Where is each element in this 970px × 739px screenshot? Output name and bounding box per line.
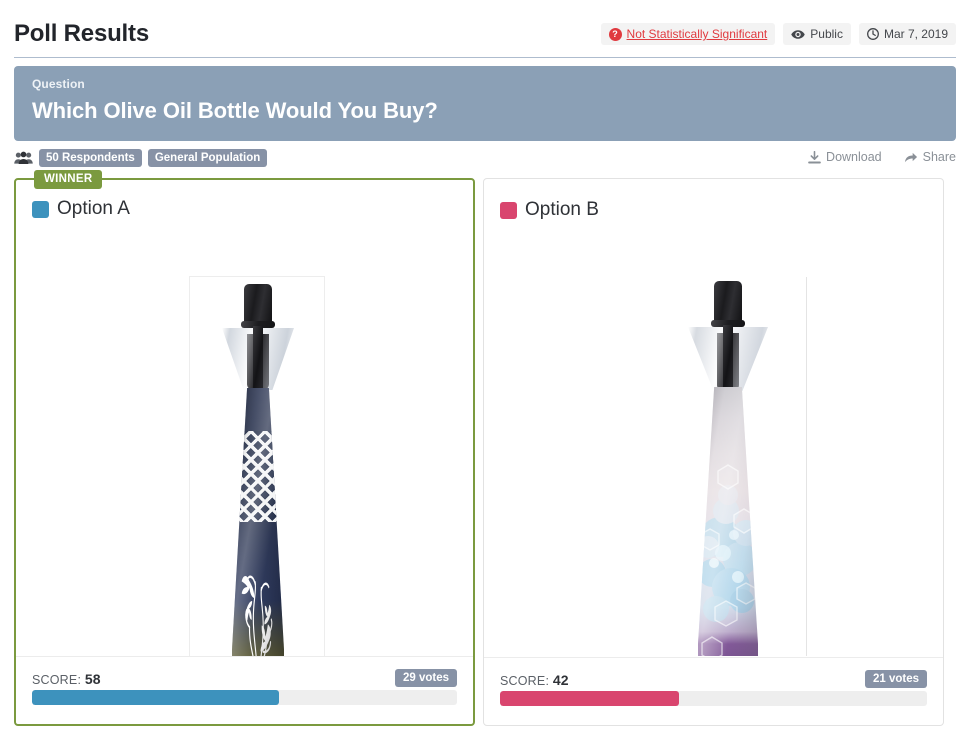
bottle-body (698, 387, 758, 656)
bottle-neck-rod (253, 326, 263, 392)
page-header: Poll Results ? Not Statistically Signifi… (0, 14, 970, 58)
option-a-name: Option A (57, 198, 130, 219)
share-button[interactable]: Share (904, 150, 956, 164)
option-a-score-label: SCORE: (32, 673, 82, 687)
audience-group: 50 Respondents General Population (14, 149, 268, 167)
option-b-image-stage[interactable] (500, 231, 927, 656)
respondents-badge: 50 Respondents (39, 149, 142, 167)
significance-badge[interactable]: ? Not Statistically Significant (600, 23, 776, 45)
header-meta-group: ? Not Statistically Significant Public M… (600, 23, 956, 45)
option-a-bottle-image (220, 284, 296, 657)
date-label: Mar 7, 2019 (883, 27, 948, 41)
bottle-neck-rod (723, 325, 733, 393)
visibility-label: Public (810, 27, 843, 41)
option-b-votes-badge: 21 votes (864, 670, 927, 688)
option-a-image-stage[interactable] (32, 232, 457, 657)
bottle-body (232, 388, 284, 657)
download-label: Download (826, 150, 882, 164)
eye-icon (791, 29, 806, 39)
download-icon (808, 150, 821, 163)
option-a-progress-fill (32, 690, 279, 705)
date-badge: Mar 7, 2019 (858, 23, 956, 45)
bottle-stopper (714, 281, 742, 323)
option-b-name: Option B (525, 199, 599, 220)
option-a-score-value: 58 (84, 671, 101, 687)
visibility-badge: Public (783, 23, 851, 45)
option-a-votes-badge: 29 votes (394, 669, 457, 687)
page-title: Poll Results (14, 20, 149, 47)
question-label: Question (32, 77, 85, 91)
option-b-progress-track (500, 691, 927, 706)
bottle-specular-highlight (232, 388, 284, 657)
actions-group: Download Share (808, 150, 956, 164)
header-divider (14, 57, 956, 58)
option-a-color-swatch (32, 200, 49, 218)
option-b-score-label: SCORE: (500, 674, 550, 688)
significance-label: Not Statistically Significant (626, 27, 768, 41)
share-arrow-icon (904, 152, 917, 162)
option-card-a[interactable]: WINNER Option A SCORE: 58 29 votes (14, 170, 475, 726)
option-b-progress-fill (500, 691, 680, 706)
share-label: Share (922, 150, 956, 164)
poll-results-page: Poll Results ? Not Statistically Signifi… (0, 0, 970, 739)
option-b-score-value: 42 (552, 672, 569, 688)
winner-badge: WINNER (34, 170, 103, 189)
option-b-color-swatch (500, 201, 517, 219)
audience-badge: General Population (147, 149, 268, 167)
bottle-stopper (244, 284, 272, 324)
download-button[interactable]: Download (808, 150, 882, 164)
question-banner: Question Which Olive Oil Bottle Would Yo… (14, 66, 956, 141)
option-b-bottle-image (688, 281, 768, 656)
option-a-progress-track (32, 690, 457, 705)
option-card-b[interactable]: Option B SCORE: 42 21 votes (483, 178, 944, 726)
question-mark-circle-icon: ? (608, 27, 622, 41)
option-a-header: Option A (16, 198, 473, 220)
clock-icon (866, 28, 879, 40)
bottle-specular-highlight (698, 387, 758, 656)
question-text: Which Olive Oil Bottle Would You Buy? (32, 98, 438, 123)
option-b-image-divider (806, 277, 807, 656)
option-b-score: SCORE: 42 (500, 672, 569, 688)
users-icon (14, 151, 33, 164)
option-a-score: SCORE: 58 (32, 671, 101, 687)
meta-row: 50 Respondents General Population Downlo… (14, 149, 956, 171)
option-b-header: Option B (484, 199, 943, 221)
